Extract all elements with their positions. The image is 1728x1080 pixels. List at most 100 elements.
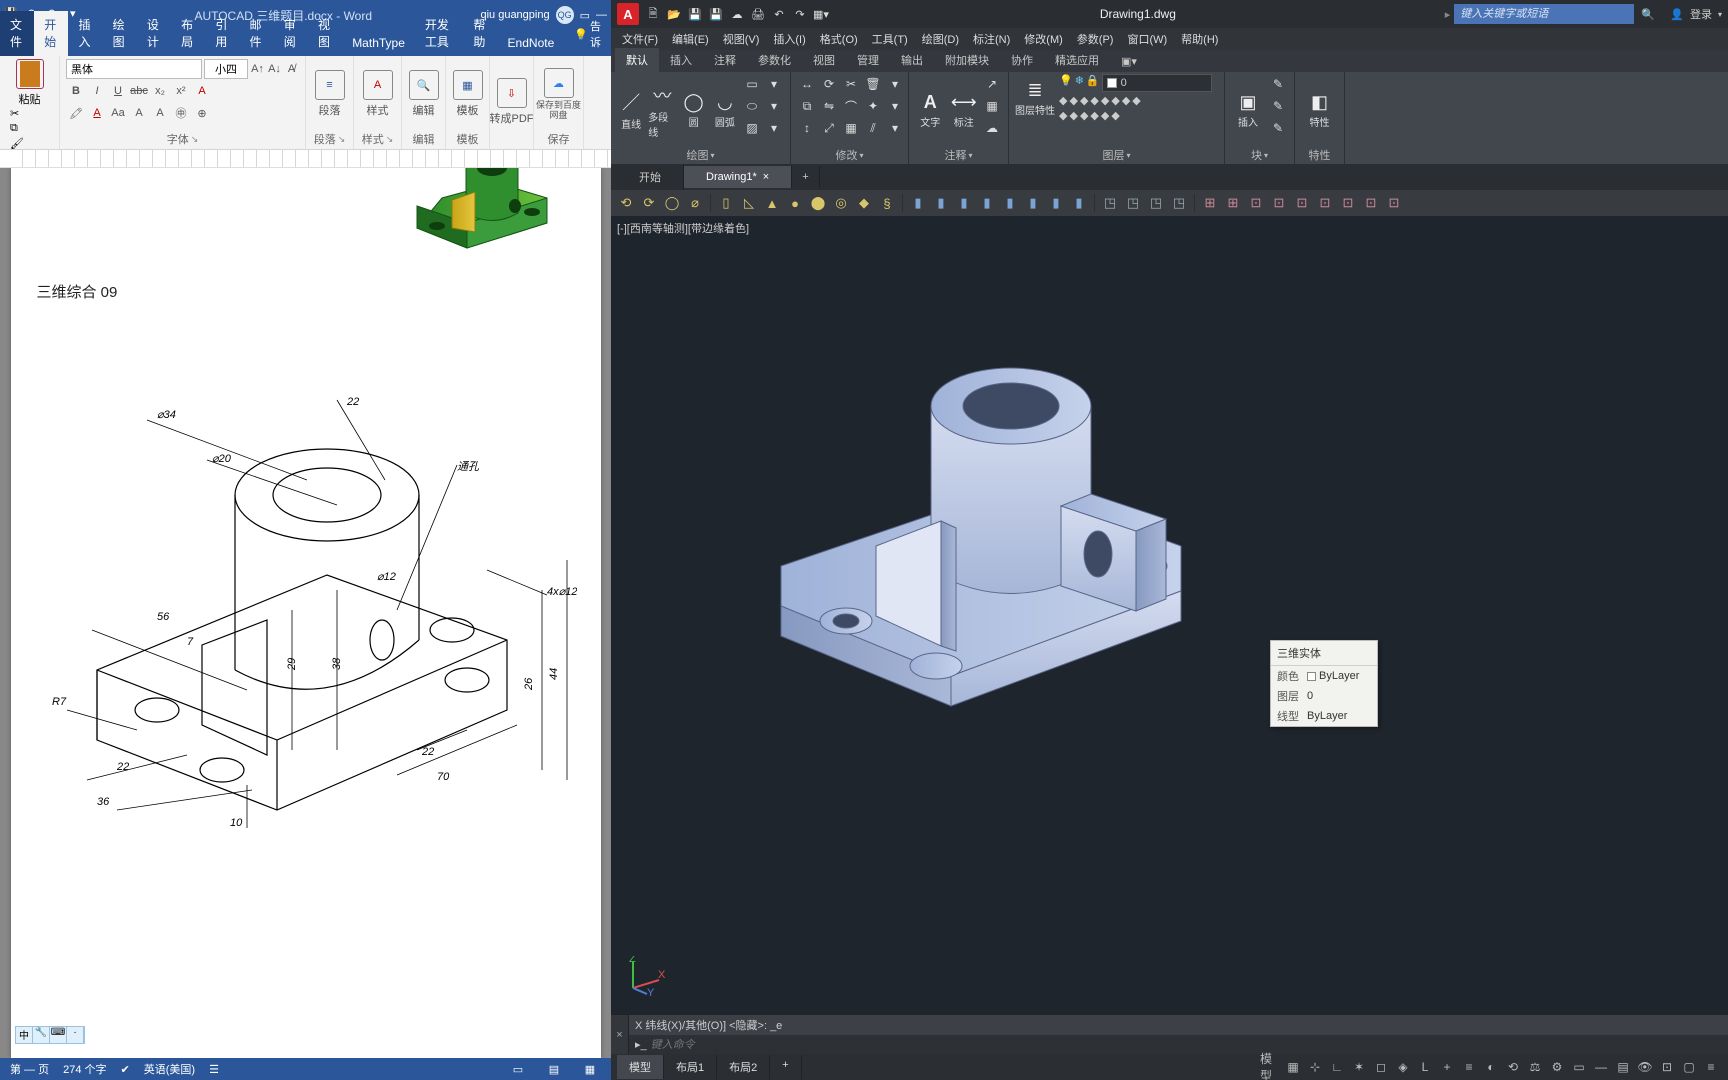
word-ruler[interactable] — [0, 150, 611, 168]
spellcheck-icon[interactable]: ✔ — [121, 1063, 130, 1076]
line-button[interactable]: ／直线 — [617, 74, 645, 146]
menu-modify[interactable]: 修改(M) — [1017, 28, 1070, 50]
insert-block-button[interactable]: ▣插入 — [1231, 74, 1265, 146]
web-icon[interactable]: ☁ — [727, 4, 747, 24]
tab-draw[interactable]: 绘图 — [103, 11, 137, 56]
tab-file[interactable]: 文件 — [0, 11, 34, 56]
layer-props-button[interactable]: ≣图层特性 — [1015, 80, 1055, 117]
user-dropdown-icon[interactable]: ▾ — [1718, 10, 1722, 19]
tab-review[interactable]: 审阅 — [274, 11, 308, 56]
open-icon[interactable]: 📂 — [664, 4, 684, 24]
strike-button[interactable]: abc — [129, 81, 149, 101]
osnap-icon[interactable]: ◻ — [1370, 1056, 1392, 1078]
text-button[interactable]: A文字 — [915, 74, 946, 146]
ime-toolbar[interactable]: 中🔧⌨· — [15, 1026, 85, 1044]
paste-button[interactable]: 粘贴 — [6, 59, 53, 107]
hardware-icon[interactable]: ⊡ — [1656, 1056, 1678, 1078]
transparency-icon[interactable]: ◐ — [1480, 1056, 1502, 1078]
clear-format-icon[interactable]: A̸ — [284, 59, 299, 79]
page-indicator[interactable]: 第 — 页 — [10, 1061, 49, 1077]
phonetic-icon[interactable]: ㊥ — [171, 103, 191, 123]
char-border-icon[interactable]: A — [129, 103, 149, 123]
menu-dim[interactable]: 标注(N) — [966, 28, 1017, 50]
layout-add[interactable]: + — [770, 1055, 801, 1079]
dim-button[interactable]: ⟷标注 — [949, 74, 980, 146]
enclose-icon[interactable]: ⊕ — [192, 103, 212, 123]
dialog-launcher-icon[interactable]: ↘ — [191, 134, 199, 145]
text-effects-icon[interactable]: A — [192, 81, 212, 101]
read-mode-icon[interactable]: ▭ — [507, 1061, 529, 1077]
saveas-icon[interactable]: 💾 — [706, 4, 726, 24]
hatch-icon[interactable]: ▨ — [742, 118, 762, 138]
font-name-select[interactable] — [66, 59, 202, 79]
freeze-icon[interactable]: ❄ — [1075, 74, 1084, 92]
ribtab-view[interactable]: 视图 — [802, 48, 846, 72]
menu-file[interactable]: 文件(F) — [615, 28, 665, 50]
tab-ref[interactable]: 引用 — [205, 11, 239, 56]
torus-icon[interactable]: ◎ — [830, 192, 852, 214]
font-size-select[interactable] — [204, 59, 248, 79]
tab-mathtype[interactable]: MathType — [342, 31, 415, 56]
word-count[interactable]: 274 个字 — [63, 1061, 106, 1077]
char-shading-icon[interactable]: A — [150, 103, 170, 123]
workspace-icon[interactable]: ▦▾ — [811, 4, 831, 24]
tab-dev[interactable]: 开发工具 — [415, 11, 463, 56]
3d-model[interactable] — [741, 316, 1251, 716]
pline-button[interactable]: 〰多段线 — [648, 74, 676, 146]
arc-button[interactable]: ◡圆弧 — [711, 74, 739, 146]
grow-font-icon[interactable]: A↑ — [250, 59, 265, 79]
menu-view[interactable]: 视图(V) — [716, 28, 767, 50]
lineweight-icon[interactable]: ≡ — [1458, 1056, 1480, 1078]
tab-view[interactable]: 视图 — [308, 11, 342, 56]
layout-2[interactable]: 布局2 — [717, 1055, 770, 1079]
menu-tools[interactable]: 工具(T) — [865, 28, 915, 50]
shrink-font-icon[interactable]: A↓ — [267, 59, 282, 79]
stretch-icon[interactable]: ↕ — [797, 118, 817, 138]
ribtab-insert[interactable]: 插入 — [659, 48, 703, 72]
ribtab-anno[interactable]: 注释 — [703, 48, 747, 72]
ribtab-addon[interactable]: 附加模块 — [934, 48, 1000, 72]
tab-design[interactable]: 设计 — [137, 11, 171, 56]
quickprops-icon[interactable]: ▤ — [1612, 1056, 1634, 1078]
print-layout-icon[interactable]: ▤ — [543, 1061, 565, 1077]
acad-viewport[interactable]: [-][西南等轴测][带边缘着色] — [611, 216, 1728, 1014]
web-layout-icon[interactable]: ▦ — [579, 1061, 601, 1077]
3dosnap-icon[interactable]: ◈ — [1392, 1056, 1414, 1078]
isolate-icon[interactable]: 👁 — [1634, 1056, 1656, 1078]
ribtab-output[interactable]: 输出 — [890, 48, 934, 72]
workspace-switch-icon[interactable]: ⚙ — [1546, 1056, 1568, 1078]
circle-button[interactable]: ◯圆 — [680, 74, 708, 146]
search-go-icon[interactable]: 🔍 — [1638, 4, 1658, 24]
dynucs-icon[interactable]: L — [1414, 1056, 1436, 1078]
subscript-button[interactable]: x₂ — [150, 81, 170, 101]
array-icon[interactable]: ▦ — [841, 118, 861, 138]
tab-insert[interactable]: 插入 — [68, 11, 102, 56]
highlight-icon[interactable]: 🖍 — [66, 103, 86, 123]
save-icon[interactable]: 💾 — [685, 4, 705, 24]
annoscale-icon[interactable]: ⚖ — [1524, 1056, 1546, 1078]
menu-format[interactable]: 格式(O) — [813, 28, 865, 50]
tab-mail[interactable]: 邮件 — [240, 11, 274, 56]
ucs-icon[interactable]: ⟲ — [615, 192, 637, 214]
tell-me[interactable]: 💡告诉 — [564, 13, 611, 56]
undo-icon[interactable]: ↶ — [769, 4, 789, 24]
pyramid-icon[interactable]: ◆ — [853, 192, 875, 214]
cmd-close-icon[interactable]: × — [611, 1015, 629, 1054]
tab-help[interactable]: 帮助 — [463, 11, 497, 56]
ribtab-more[interactable]: ▣▾ — [1110, 51, 1148, 72]
menu-param[interactable]: 参数(P) — [1070, 28, 1121, 50]
cylinder-icon[interactable]: ⬤ — [807, 192, 829, 214]
baidu-button[interactable]: ☁保存到百度网盘 — [536, 68, 582, 120]
dyninput-icon[interactable]: + — [1436, 1056, 1458, 1078]
rotate-icon[interactable]: ⟳ — [819, 74, 839, 94]
underline-button[interactable]: U — [108, 81, 128, 101]
tab-layout[interactable]: 布局 — [171, 11, 205, 56]
redo-icon[interactable]: ↷ — [790, 4, 810, 24]
font-color-icon[interactable]: A — [87, 103, 107, 123]
menu-draw[interactable]: 绘图(D) — [915, 28, 966, 50]
tab-home[interactable]: 开始 — [34, 11, 68, 56]
cmd-input[interactable] — [651, 1039, 1722, 1051]
layout-model[interactable]: 模型 — [617, 1055, 664, 1079]
erase-icon[interactable]: 🗑 — [863, 74, 883, 94]
ribtab-collab[interactable]: 协作 — [1000, 48, 1044, 72]
